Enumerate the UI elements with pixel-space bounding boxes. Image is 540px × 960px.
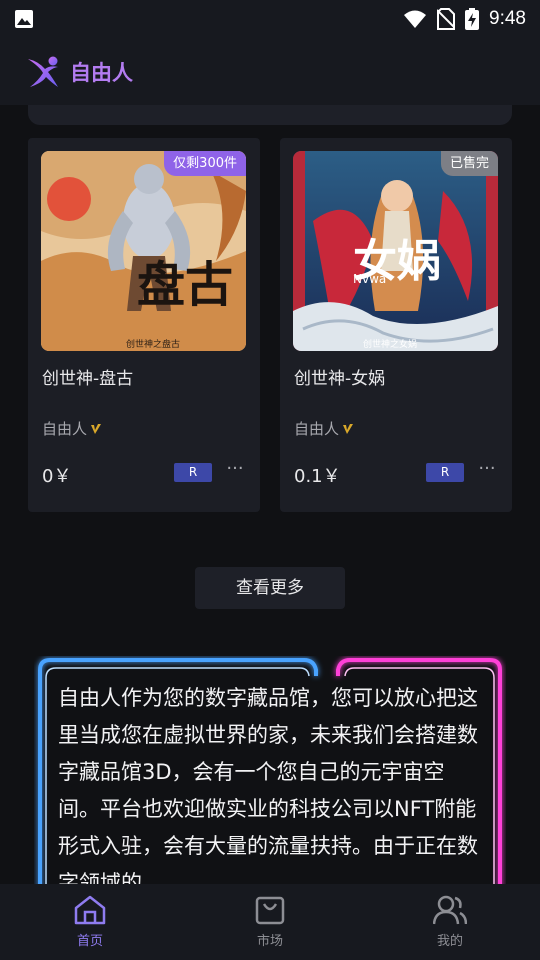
nav-profile[interactable]: 我的 <box>360 884 540 960</box>
battery-charging-icon <box>465 8 480 30</box>
view-more-button[interactable]: 查看更多 <box>195 567 345 609</box>
art-subtitle-text: 创世神之盘古 <box>126 338 180 350</box>
rarity-tag: R <box>426 463 464 482</box>
collectible-image-pangu[interactable]: 盘古 创世神之盘古 仅剩300件 <box>41 151 246 351</box>
status-time: 9:48 <box>489 8 526 29</box>
brand-logo-icon <box>28 56 58 87</box>
brand-name: 自由人 <box>70 60 133 85</box>
banner-bottom-edge <box>28 105 512 125</box>
rarity-tag: R <box>174 463 212 482</box>
creator-name: 自由人 <box>42 420 88 438</box>
art-logo-text: Nvwa <box>353 272 386 286</box>
creator-row: 自由人 <box>294 418 354 439</box>
verified-v-icon <box>91 423 102 434</box>
collectible-image-nvwa[interactable]: 女娲 Nvwa 创世神之女娲 已售完 <box>293 151 498 351</box>
more-options-button[interactable]: ··· <box>476 458 498 480</box>
wifi-icon <box>404 10 427 28</box>
bottom-nav: 首页 市场 我的 <box>0 884 540 960</box>
nvwa-artwork: 女娲 Nvwa 创世神之女娲 <box>293 151 498 351</box>
intro-panel: 自由人作为您的数字藏品馆，您可以放心把这里当成您在虚拟世界的家，未来我们会搭建数… <box>34 656 506 896</box>
nav-market[interactable]: 市场 <box>180 884 360 960</box>
nav-market-label: 市场 <box>256 934 283 949</box>
market-bag-icon <box>255 896 285 925</box>
nav-profile-label: 我的 <box>436 934 463 949</box>
more-options-button[interactable]: ··· <box>224 458 246 480</box>
creator-row: 自由人 <box>42 418 102 439</box>
verified-v-icon <box>343 423 354 434</box>
art-title-text: 盘古 <box>137 257 233 313</box>
collectible-name: 创世神-盘古 <box>42 369 134 389</box>
nav-home-label: 首页 <box>76 934 103 949</box>
status-bar: 9:48 <box>0 0 540 38</box>
app-header: 自由人 <box>0 38 540 105</box>
collectible-card-nvwa[interactable]: 女娲 Nvwa 创世神之女娲 已售完 创世神-女娲 自由人 0.1￥ R ··· <box>280 138 512 512</box>
art-subtitle-text: 创世神之女娲 <box>363 338 417 350</box>
nav-home[interactable]: 首页 <box>0 884 180 960</box>
no-sim-icon <box>437 8 456 30</box>
intro-text: 自由人作为您的数字藏品馆，您可以放心把这里当成您在虚拟世界的家，未来我们会搭建数… <box>58 686 478 895</box>
creator-name: 自由人 <box>294 420 340 438</box>
price: 0.1￥ <box>294 466 341 487</box>
home-icon <box>74 895 106 925</box>
stock-badge: 仅剩300件 <box>164 151 246 176</box>
gallery-notification-icon <box>15 10 33 28</box>
collectible-name: 创世神-女娲 <box>294 369 386 389</box>
pangu-artwork: 盘古 创世神之盘古 <box>41 151 246 351</box>
sold-out-badge: 已售完 <box>440 151 498 176</box>
price: 0￥ <box>42 466 72 487</box>
profile-icon <box>433 895 467 925</box>
collectible-card-pangu[interactable]: 盘古 创世神之盘古 仅剩300件 创世神-盘古 自由人 0￥ R ··· <box>28 138 260 512</box>
